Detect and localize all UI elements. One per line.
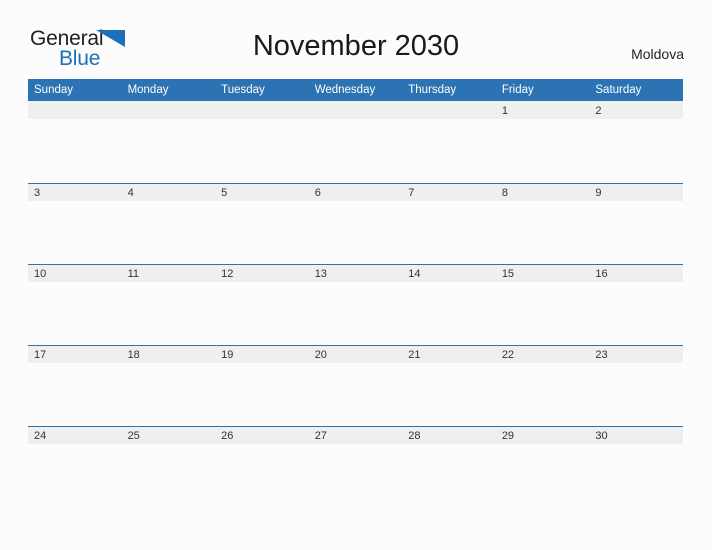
calendar-day-cell[interactable] (402, 101, 496, 183)
day-number: 16 (589, 264, 683, 282)
calendar-day-cell[interactable]: 14 (402, 264, 496, 345)
day-number: 2 (589, 101, 683, 119)
calendar-day-cell[interactable]: 1 (495, 101, 590, 183)
day-number: 29 (495, 426, 590, 444)
day-number: 15 (495, 264, 590, 282)
calendar-day-cell[interactable]: 6 (308, 183, 403, 264)
day-number (308, 101, 403, 119)
region-label: Moldova (631, 46, 684, 62)
day-number: 7 (402, 183, 496, 201)
calendar-day-cell[interactable]: 7 (402, 183, 496, 264)
day-number: 26 (215, 426, 309, 444)
calendar-week-row: 10 11 12 13 14 15 16 (28, 264, 683, 345)
calendar-day-cell[interactable]: 24 (28, 426, 122, 446)
calendar-day-cell[interactable] (215, 101, 309, 183)
calendar-day-cell[interactable]: 4 (121, 183, 216, 264)
weekday-header-friday: Friday (495, 79, 590, 101)
calendar-day-cell[interactable]: 18 (121, 345, 216, 426)
day-number: 9 (589, 183, 683, 201)
calendar-day-cell[interactable]: 25 (121, 426, 216, 446)
day-number: 14 (402, 264, 496, 282)
calendar-day-cell[interactable]: 28 (402, 426, 496, 446)
calendar-day-cell[interactable] (121, 101, 216, 183)
weekday-header-monday: Monday (121, 79, 216, 101)
calendar-body: 1 2 3 4 5 6 7 8 9 10 11 12 13 14 15 16 1… (28, 101, 683, 446)
calendar-week-row: 1 2 (28, 101, 683, 183)
calendar-day-cell[interactable]: 29 (495, 426, 590, 446)
weekday-header-saturday: Saturday (589, 79, 683, 101)
calendar-week-row: 17 18 19 20 21 22 23 (28, 345, 683, 426)
day-number: 6 (308, 183, 403, 201)
calendar-day-cell[interactable] (28, 101, 122, 183)
calendar-day-cell[interactable]: 22 (495, 345, 590, 426)
calendar-day-cell[interactable]: 3 (28, 183, 122, 264)
day-number: 3 (28, 183, 122, 201)
calendar-day-cell[interactable]: 30 (589, 426, 683, 446)
calendar-day-cell[interactable]: 17 (28, 345, 122, 426)
calendar-day-cell[interactable]: 11 (121, 264, 216, 345)
calendar-table: Sunday Monday Tuesday Wednesday Thursday… (28, 79, 683, 446)
weekday-header-sunday: Sunday (28, 79, 122, 101)
day-number: 11 (121, 264, 216, 282)
calendar-day-cell[interactable]: 8 (495, 183, 590, 264)
day-number: 10 (28, 264, 122, 282)
calendar-page: General Blue November 2030 Moldova Sunda… (0, 0, 712, 550)
day-number: 28 (402, 426, 496, 444)
day-number: 12 (215, 264, 309, 282)
calendar-day-cell[interactable]: 26 (215, 426, 309, 446)
calendar-day-cell[interactable]: 21 (402, 345, 496, 426)
day-number: 25 (121, 426, 216, 444)
day-number: 21 (402, 345, 496, 363)
calendar-day-cell[interactable]: 10 (28, 264, 122, 345)
calendar-day-cell[interactable]: 20 (308, 345, 403, 426)
calendar-day-cell[interactable]: 27 (308, 426, 403, 446)
day-number: 27 (308, 426, 403, 444)
page-header: General Blue November 2030 Moldova (0, 0, 712, 69)
day-number: 5 (215, 183, 309, 201)
day-number: 8 (495, 183, 590, 201)
calendar-week-row: 3 4 5 6 7 8 9 (28, 183, 683, 264)
day-number (28, 101, 122, 119)
calendar-day-cell[interactable]: 9 (589, 183, 683, 264)
calendar-day-cell[interactable] (308, 101, 403, 183)
day-number: 30 (589, 426, 683, 444)
calendar-day-cell[interactable]: 5 (215, 183, 309, 264)
day-number: 19 (215, 345, 309, 363)
weekday-header-wednesday: Wednesday (308, 79, 403, 101)
day-number: 18 (121, 345, 216, 363)
day-number (402, 101, 496, 119)
calendar-day-cell[interactable]: 19 (215, 345, 309, 426)
weekday-header-thursday: Thursday (402, 79, 496, 101)
day-number (121, 101, 216, 119)
day-number: 20 (308, 345, 403, 363)
calendar-day-cell[interactable]: 2 (589, 101, 683, 183)
weekday-header-tuesday: Tuesday (215, 79, 309, 101)
calendar-day-cell[interactable]: 13 (308, 264, 403, 345)
calendar-week-row: 24 25 26 27 28 29 30 (28, 426, 683, 446)
day-number: 13 (308, 264, 403, 282)
calendar-grid: Sunday Monday Tuesday Wednesday Thursday… (28, 79, 683, 446)
day-number: 17 (28, 345, 122, 363)
calendar-day-cell[interactable]: 23 (589, 345, 683, 426)
page-title: November 2030 (252, 30, 460, 62)
calendar-weekday-header-row: Sunday Monday Tuesday Wednesday Thursday… (28, 79, 683, 101)
day-number: 24 (28, 426, 122, 444)
day-number: 1 (495, 101, 590, 119)
calendar-day-cell[interactable]: 15 (495, 264, 590, 345)
day-number (215, 101, 309, 119)
day-number: 4 (121, 183, 216, 201)
day-number: 23 (589, 345, 683, 363)
day-number: 22 (495, 345, 590, 363)
calendar-day-cell[interactable]: 16 (589, 264, 683, 345)
calendar-day-cell[interactable]: 12 (215, 264, 309, 345)
